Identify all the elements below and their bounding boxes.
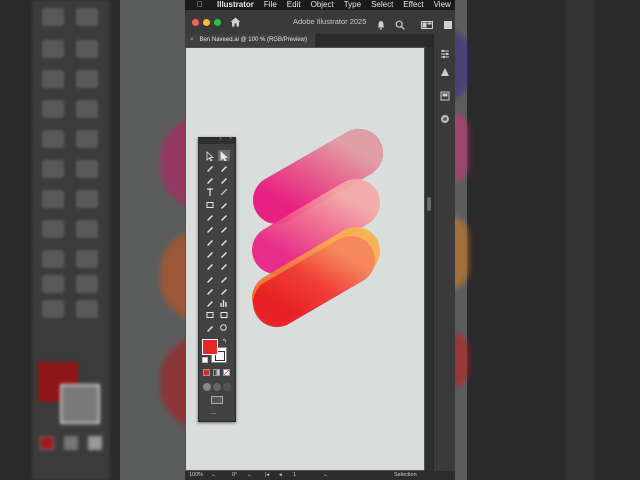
collapse-panel-icon[interactable]: »: [219, 136, 222, 142]
magic-wand-tool-icon[interactable]: [204, 162, 216, 173]
hand-tool-icon[interactable]: [204, 322, 216, 333]
prev-artboard-icon[interactable]: ◂: [279, 472, 282, 478]
default-colors-icon[interactable]: [202, 357, 208, 363]
draw-inside-icon[interactable]: [223, 383, 231, 391]
direct-selection-tool-icon[interactable]: [218, 150, 230, 161]
width-tool-icon[interactable]: [204, 248, 216, 259]
zoom-window-button[interactable]: [214, 18, 221, 26]
tools-panel: » × ↰ ...: [198, 136, 236, 422]
menu-edit[interactable]: Edit: [287, 0, 301, 10]
blurred-toolbar: [32, 0, 110, 480]
zoom-level[interactable]: 100%: [189, 472, 203, 478]
illustrator-window:  Illustrator File Edit Object Type Sele…: [185, 0, 455, 480]
free-transform-tool-icon[interactable]: [218, 248, 230, 259]
menu-select[interactable]: Select: [371, 0, 393, 10]
libraries-panel-icon[interactable]: [440, 64, 450, 76]
symbol-sprayer-tool-icon[interactable]: [204, 298, 216, 309]
lasso-tool-icon[interactable]: [218, 162, 230, 173]
workspace-switcher-icon[interactable]: [421, 17, 433, 29]
none-mode-icon[interactable]: [223, 369, 230, 376]
pencil-tool-icon[interactable]: [218, 212, 230, 223]
search-icon[interactable]: [395, 17, 405, 30]
color-mode-icon[interactable]: [203, 369, 210, 376]
menu-effect[interactable]: Effect: [403, 0, 423, 10]
minimize-window-button[interactable]: [203, 18, 210, 26]
gradient-mode-icon[interactable]: [213, 369, 220, 376]
blurred-canvas-left: [120, 0, 185, 480]
menu-object[interactable]: Object: [311, 0, 334, 10]
tools-panel-header[interactable]: » ×: [199, 136, 235, 144]
rotation-value[interactable]: 0°: [232, 472, 237, 478]
right-panel-dock: [433, 34, 455, 480]
close-panel-icon[interactable]: ×: [229, 136, 232, 142]
eraser-tool-icon[interactable]: [204, 224, 216, 235]
type-tool-icon[interactable]: [204, 187, 216, 198]
bell-icon[interactable]: [376, 17, 386, 30]
column-graph-tool-icon[interactable]: [218, 298, 230, 309]
fill-color-swatch[interactable]: [202, 339, 218, 355]
curvature-tool-icon[interactable]: [218, 175, 230, 186]
close-tab-icon[interactable]: ×: [190, 37, 194, 43]
artboard-number[interactable]: 1: [293, 472, 296, 478]
edit-toolbar-button[interactable]: ...: [211, 409, 217, 416]
menu-file[interactable]: File: [264, 0, 277, 10]
perspective-tool-icon[interactable]: [218, 261, 230, 272]
eyedropper-tool-icon[interactable]: [204, 285, 216, 296]
properties-panel-icon[interactable]: [440, 46, 450, 59]
shape-builder-tool-icon[interactable]: [204, 261, 216, 272]
menu-bar:  Illustrator File Edit Object Type Sele…: [185, 0, 455, 10]
draw-behind-icon[interactable]: [213, 383, 221, 391]
blurred-background-left: [0, 0, 185, 480]
apple-menu-icon[interactable]: : [197, 0, 203, 10]
close-window-button[interactable]: [192, 18, 199, 26]
pen-tool-icon[interactable]: [204, 175, 216, 186]
rotation-dropdown-icon[interactable]: ⌄: [247, 472, 252, 478]
home-icon[interactable]: [230, 17, 241, 27]
status-bar: 100% ⌄ 0° ⌄ |◂ ◂ 1 ⌄ Selection: [185, 471, 455, 480]
document-tab-label: Ben Naveed.ai @ 100 % (RGB/Preview): [199, 37, 307, 43]
zoom-dropdown-icon[interactable]: ⌄: [211, 472, 216, 478]
paintbrush-tool-icon[interactable]: [218, 199, 230, 210]
current-tool-label: Selection: [394, 472, 417, 478]
vertical-scrollbar[interactable]: [425, 47, 433, 471]
selection-tool-icon[interactable]: [204, 150, 216, 161]
share-icon[interactable]: [443, 17, 453, 29]
artboard-dropdown-icon[interactable]: ⌄: [323, 472, 328, 478]
artboard-tool-icon[interactable]: [204, 310, 216, 321]
appearance-panel-icon[interactable]: [440, 111, 450, 123]
layers-panel-icon[interactable]: [440, 88, 450, 101]
line-tool-icon[interactable]: [218, 187, 230, 198]
menu-type[interactable]: Type: [344, 0, 361, 10]
screen:  Illustrator File Edit Object Type Sele…: [0, 0, 640, 480]
menu-view[interactable]: View: [434, 0, 451, 10]
draw-normal-icon[interactable]: [203, 383, 211, 391]
shaper-tool-icon[interactable]: [204, 212, 216, 223]
artboard[interactable]: » × ↰ ...: [186, 48, 424, 470]
mesh-tool-icon[interactable]: [204, 273, 216, 284]
rotate-tool-icon[interactable]: [204, 236, 216, 247]
slice-tool-icon[interactable]: [218, 310, 230, 321]
scale-tool-icon[interactable]: [218, 236, 230, 247]
scrollbar-thumb[interactable]: [427, 197, 431, 211]
blurred-background-right: [455, 0, 640, 480]
rectangle-tool-icon[interactable]: [204, 199, 216, 210]
menu-illustrator[interactable]: Illustrator: [217, 0, 254, 10]
window-title: Adobe Illustrator 2025: [293, 17, 367, 26]
blend-tool-icon[interactable]: [218, 285, 230, 296]
swap-fill-stroke-icon[interactable]: ↰: [222, 338, 227, 345]
gradient-tool-icon[interactable]: [218, 273, 230, 284]
title-bar: Adobe Illustrator 2025: [185, 10, 455, 34]
screen-mode-icon[interactable]: [211, 396, 223, 404]
scissors-tool-icon[interactable]: [218, 224, 230, 235]
document-tab[interactable]: × Ben Naveed.ai @ 100 % (RGB/Preview): [185, 34, 315, 47]
zoom-tool-icon[interactable]: [218, 322, 230, 333]
canvas-area[interactable]: » × ↰ ...: [185, 47, 427, 471]
document-tab-bar: × Ben Naveed.ai @ 100 % (RGB/Preview): [185, 34, 455, 47]
first-artboard-icon[interactable]: |◂: [265, 472, 269, 478]
